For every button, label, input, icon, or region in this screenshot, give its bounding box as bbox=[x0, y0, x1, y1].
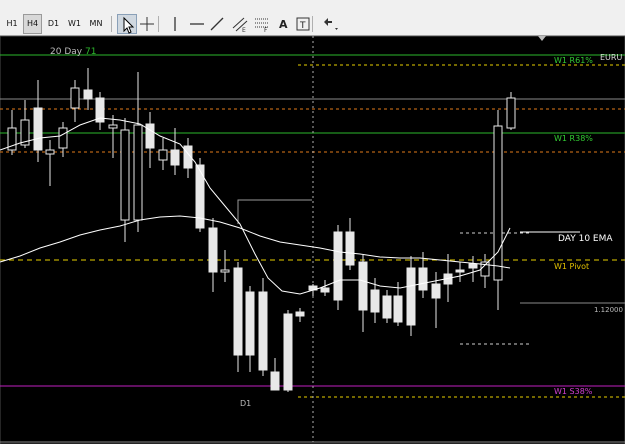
level-label-w1-s38: W1 S38% bbox=[554, 387, 593, 396]
candle-body bbox=[493, 125, 503, 281]
svg-text:A: A bbox=[279, 18, 288, 31]
svg-text:F: F bbox=[264, 27, 268, 34]
svg-text:T: T bbox=[299, 21, 306, 31]
candle-body bbox=[33, 107, 43, 151]
candle-body bbox=[358, 261, 368, 311]
symbol-label: EURU bbox=[600, 53, 622, 62]
timeframe-mn-button[interactable]: MN bbox=[86, 14, 106, 34]
top-left-label-value: 71 bbox=[85, 47, 96, 57]
candle-body bbox=[468, 263, 478, 269]
candle-body bbox=[70, 87, 80, 109]
candle-body bbox=[370, 289, 380, 313]
candle-body bbox=[58, 127, 68, 149]
candle-body bbox=[45, 149, 55, 155]
candle-body bbox=[418, 267, 428, 291]
candle-body bbox=[233, 267, 243, 356]
candle-body bbox=[133, 124, 143, 221]
candle-body bbox=[345, 231, 355, 266]
crosshair-tool-button[interactable] bbox=[137, 14, 157, 34]
equidistant-channel-tool-button[interactable]: E bbox=[230, 14, 250, 34]
price-chart[interactable]: 20 Day 71 EURU D1 1.12000 W1 R61% W1 R38% DAY 1… bbox=[0, 36, 625, 444]
candle-body bbox=[170, 149, 180, 166]
toolbar-separator bbox=[111, 16, 112, 32]
level-label-w1-r61: W1 R61% bbox=[554, 56, 593, 65]
text-tool-button[interactable]: A bbox=[273, 14, 293, 34]
horizontal-line-tool-button[interactable] bbox=[187, 14, 207, 34]
candle-body bbox=[506, 97, 516, 129]
arrows-dropdown-tool-button[interactable] bbox=[320, 14, 344, 34]
equidistant-channel-icon: E bbox=[232, 17, 248, 34]
candle-body bbox=[145, 123, 155, 149]
candle-body bbox=[258, 291, 268, 371]
text-label-icon: T bbox=[296, 17, 310, 31]
timeframe-d1-button[interactable]: D1 bbox=[44, 14, 63, 34]
d1-period-label: D1 bbox=[240, 399, 251, 408]
candle-body bbox=[382, 295, 392, 319]
candle-body bbox=[220, 269, 230, 273]
fibonacci-tool-button[interactable]: F bbox=[252, 14, 272, 34]
arrows-dropdown-icon bbox=[324, 18, 338, 30]
candle-body bbox=[245, 291, 255, 356]
level-label-day-10-ema: DAY 10 EMA bbox=[558, 234, 613, 244]
timeframe-h1-button[interactable]: H1 bbox=[3, 14, 21, 34]
trendline-tool-button[interactable] bbox=[207, 14, 227, 34]
toolbar-separator bbox=[158, 16, 159, 32]
candle-body bbox=[295, 311, 305, 317]
candle-body bbox=[108, 124, 118, 129]
level-label-w1-pivot: W1 Pivot bbox=[554, 262, 589, 271]
svg-text:E: E bbox=[242, 27, 246, 34]
top-left-label: 20 Day bbox=[50, 47, 83, 57]
candle-body bbox=[455, 269, 465, 273]
vertical-line-icon bbox=[174, 17, 176, 31]
candle-body bbox=[283, 313, 293, 391]
price-tick-label: 1.12000 bbox=[594, 306, 623, 314]
toolbar-separator bbox=[312, 16, 313, 32]
timeframe-h4-button[interactable]: H4 bbox=[23, 14, 42, 34]
candle-body bbox=[270, 371, 280, 391]
candle-body bbox=[120, 129, 130, 221]
timeframe-w1-button[interactable]: W1 bbox=[65, 14, 84, 34]
candle-body bbox=[83, 89, 93, 100]
level-label-w1-r38: W1 R38% bbox=[554, 134, 593, 143]
candle-body bbox=[333, 231, 343, 301]
cursor-tool-button[interactable] bbox=[117, 14, 137, 34]
candle-body bbox=[393, 295, 403, 323]
text-label-tool-button[interactable]: T bbox=[293, 14, 313, 34]
candle-body bbox=[158, 149, 168, 161]
chart-toolbar: H1 H4 D1 W1 MN E F A T bbox=[0, 0, 625, 36]
candle-body bbox=[320, 287, 330, 293]
candle-body bbox=[406, 267, 416, 326]
candle-body bbox=[431, 283, 441, 299]
candle-body bbox=[208, 227, 218, 273]
vertical-line-tool-button[interactable] bbox=[165, 14, 185, 34]
trendline-icon bbox=[210, 17, 224, 31]
